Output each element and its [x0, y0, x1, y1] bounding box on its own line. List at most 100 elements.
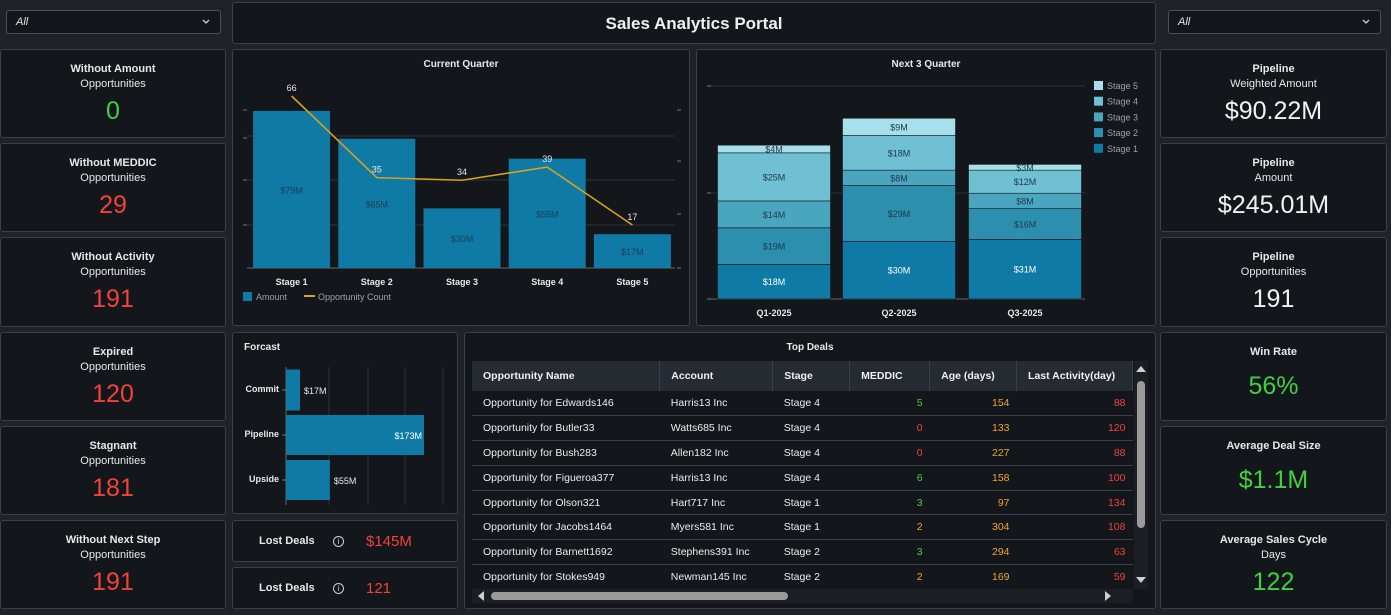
forcast-bar — [286, 460, 330, 500]
column-header[interactable]: Stage — [772, 361, 851, 391]
legend-swatch — [1094, 112, 1103, 122]
table-cell: Newman145 Inc — [659, 564, 773, 589]
table-cell: Allen182 Inc — [659, 440, 773, 466]
right-kpi-card: Pipeline Opportunities 191 — [1160, 237, 1387, 327]
kpi-title: Pipeline — [1252, 251, 1295, 263]
scroll-right-icon[interactable] — [1103, 589, 1113, 603]
legend-swatch — [1094, 96, 1103, 106]
table-row[interactable]: Opportunity for Edwards146 Harris13 Inc St… — [472, 391, 1133, 417]
table-cell: 108 — [1016, 514, 1133, 541]
scroll-up-icon[interactable] — [1134, 364, 1148, 374]
table-cell: Watts685 Inc — [659, 415, 773, 442]
table-cell: 5 — [849, 391, 930, 417]
top-deals-table: Opportunity Name Account Stage MEDDIC Age (d… — [472, 361, 1133, 589]
table-row[interactable]: Opportunity for Stokes949 Newman145 Inc St… — [472, 564, 1133, 589]
table-row[interactable]: Opportunity for Bush283 Allen182 Inc Stage… — [472, 440, 1133, 466]
bar-data-label: $8M — [1016, 196, 1034, 206]
horizontal-scrollbar[interactable] — [472, 589, 1133, 603]
table-row[interactable]: Opportunity for Figueroa377 Harris13 Inc S… — [472, 465, 1133, 491]
legend-label: Stage 5 — [1107, 81, 1138, 91]
left-kpi-card: Without MEDDIC Opportunities 29 — [0, 143, 226, 232]
scroll-down-icon[interactable] — [1134, 575, 1148, 585]
legend-label: Stage 4 — [1107, 97, 1138, 107]
kpi-value: 181 — [92, 474, 134, 502]
kpi-subtitle: Opportunities — [80, 455, 146, 467]
header-bar: Sales Analytics Portal — [232, 2, 1156, 44]
bar-data-label: $19M — [763, 242, 786, 252]
bar-data-label: $4M — [765, 145, 783, 155]
lost-deals-label: Lost Deals — [259, 582, 315, 594]
current-quarter-chart: Current Quarter $79M Stage 1 $65M Stage 2 $3… — [232, 49, 690, 326]
table-cell: 0 — [849, 415, 930, 442]
kpi-title: Average Deal Size — [1226, 440, 1321, 452]
info-icon[interactable]: i — [333, 582, 344, 594]
kpi-value: 120 — [92, 380, 134, 408]
table-cell: 120 — [1016, 415, 1133, 442]
next-3-quarter-chart: Next 3 Quarter $18M $19M $14M $25M $4M Q1-202… — [696, 49, 1156, 326]
table-cell: 227 — [929, 440, 1017, 466]
kpi-value: $90.22M — [1224, 97, 1323, 125]
column-header[interactable]: Age (days) — [929, 361, 1018, 391]
table-row[interactable]: Opportunity for Butler33 Watts685 Inc Stag… — [472, 415, 1133, 442]
bar-data-label: $30M — [451, 234, 474, 244]
table-row[interactable]: Opportunity for Olson321 Hart717 Inc Stage… — [472, 490, 1133, 516]
column-header[interactable]: Opportunity Name — [472, 361, 661, 391]
column-header[interactable]: MEDDIC — [849, 361, 931, 391]
table-cell: 88 — [1016, 391, 1133, 417]
table-cell: 294 — [929, 539, 1017, 566]
chevron-down-icon — [1362, 19, 1370, 24]
bar-data-label: $17M — [304, 386, 327, 396]
table-cell: 88 — [1016, 440, 1133, 466]
table-cell: Stage 1 — [772, 490, 850, 516]
column-header[interactable]: Account — [659, 361, 774, 391]
line-data-label: 34 — [457, 167, 467, 177]
bar-data-label: $16M — [1014, 220, 1037, 230]
column-header[interactable]: Last Activity(day) — [1016, 361, 1133, 391]
bar-data-label: $25M — [763, 172, 786, 182]
lost-deals-value: 121 — [366, 579, 392, 597]
legend-label: Stage 1 — [1107, 144, 1138, 154]
lost-deals-value: $145M — [366, 532, 412, 550]
top-deals-table-wrap: Opportunity Name Account Stage MEDDIC Age (d… — [472, 361, 1133, 589]
page-title: Sales Analytics Portal — [605, 14, 783, 33]
right-kpi-card: Average Sales Cycle Days 122 — [1160, 520, 1387, 609]
kpi-subtitle: Opportunities — [80, 266, 146, 278]
top-deals-panel: Top Deals Opportunity Name Account Stage ME… — [464, 332, 1156, 609]
table-cell: Opportunity for Bush283 — [472, 440, 660, 466]
kpi-title: Pipeline — [1252, 63, 1295, 75]
bar-data-label: $14M — [763, 210, 786, 220]
table-cell: Opportunity for Edwards146 — [472, 391, 660, 417]
info-icon[interactable]: i — [333, 535, 344, 547]
x-tick-label: Stage 1 — [276, 277, 308, 287]
current-quarter-svg: $79M Stage 1 $65M Stage 2 $30M Stage 3 $55M Sta… — [243, 83, 681, 302]
next-3-quarter-svg: $18M $19M $14M $25M $4M Q1-2025 $30M $29M $8M $18… — [707, 81, 1138, 318]
left-filter-dropdown[interactable]: All — [6, 10, 221, 34]
table-cell: Opportunity for Stokes949 — [472, 564, 660, 589]
kpi-value: 29 — [99, 191, 127, 219]
bar-data-label: $65M — [366, 199, 389, 209]
x-tick-label: Stage 2 — [361, 277, 393, 287]
kpi-subtitle: Amount — [1254, 172, 1293, 184]
right-kpi-card: Win Rate 56% — [1160, 332, 1387, 421]
table-cell: Opportunity for Butler33 — [472, 415, 660, 442]
x-tick-label: Stage 5 — [616, 277, 648, 287]
bar-data-label: $12M — [1014, 177, 1037, 187]
right-filter-dropdown[interactable]: All — [1168, 10, 1381, 34]
table-row[interactable]: Opportunity for Barnett1692 Stephens391 I… — [472, 539, 1133, 566]
kpi-title: Stagnant — [89, 440, 137, 452]
legend-swatch-amount — [243, 292, 252, 301]
table-cell: 304 — [929, 514, 1017, 541]
scroll-left-icon[interactable] — [476, 589, 486, 603]
table-row[interactable]: Opportunity for Jacobs1464 Myers581 Inc St… — [472, 514, 1133, 541]
table-cell: Harris13 Inc — [659, 465, 773, 491]
kpi-title: Without MEDDIC — [69, 157, 157, 169]
horizontal-scroll-thumb[interactable] — [491, 592, 788, 600]
y-tick-label: Commit — [246, 384, 280, 394]
table-cell: 158 — [929, 465, 1017, 491]
forcast-chart: Forcast Commit $17M Pipeline $173M Upside $55… — [232, 332, 458, 514]
right-kpi-card: Pipeline Weighted Amount $90.22M — [1160, 49, 1387, 138]
y-tick-label: Upside — [249, 474, 279, 484]
vertical-scroll-thumb[interactable] — [1137, 381, 1145, 528]
vertical-scrollbar[interactable] — [1134, 361, 1148, 589]
legend-label: Amount — [256, 292, 288, 302]
